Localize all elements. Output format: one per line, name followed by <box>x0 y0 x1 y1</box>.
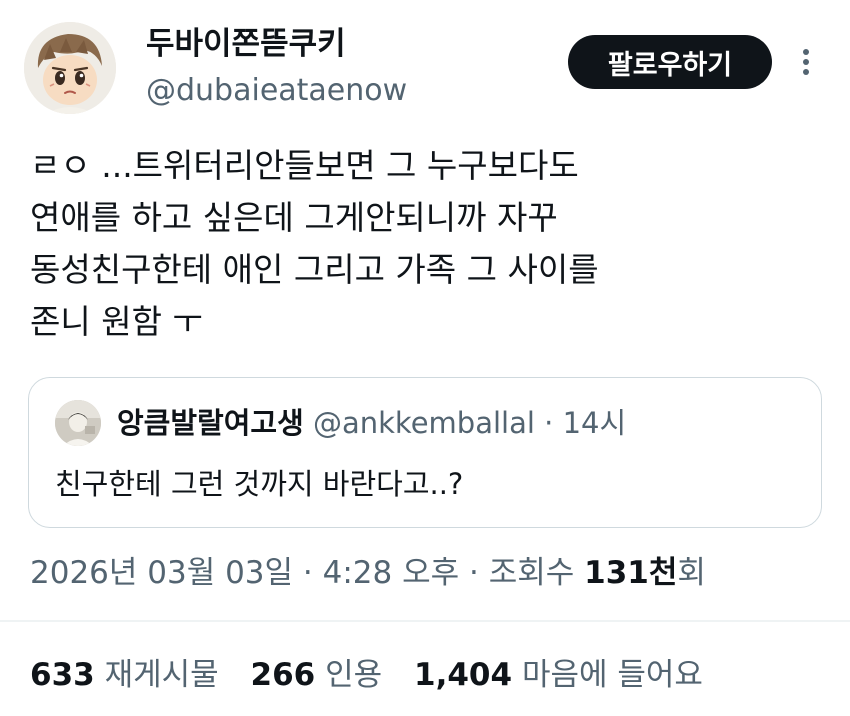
tweet-text: ㄹㅇ ...트위터리안들보면 그 누구보다도 연애를 하고 싶은데 그게안되니까… <box>30 140 820 348</box>
quotes-stat[interactable]: 266 인용 <box>251 657 392 693</box>
views-label: 조회수 <box>488 555 575 591</box>
tweet-text-line: 연애를 하고 싶은데 그게안되니까 자꾸 <box>30 198 558 237</box>
meta-separator: · <box>469 555 479 591</box>
quote-author-avatar[interactable] <box>55 400 101 446</box>
divider <box>0 620 850 622</box>
author-avatar[interactable] <box>24 22 116 114</box>
likes-stat[interactable]: 1,404 마음에 들어요 <box>414 657 703 693</box>
tweet-meta: 2026년 03월 03일 · 4:28 오후 · 조회수 131천회 <box>30 548 706 598</box>
tweet-text-line: 존니 원함 ㅜ <box>30 302 203 341</box>
quote-author-handle[interactable]: @ankkemballal <box>313 406 535 440</box>
likes-count: 1,404 <box>414 657 513 693</box>
reposts-label: 재게시물 <box>104 657 219 693</box>
likes-label: 마음에 들어요 <box>521 657 703 693</box>
reposts-stat[interactable]: 633 재게시물 <box>30 657 229 693</box>
engagement-stats: 633 재게시물 266 인용 1,404 마음에 들어요 <box>30 650 725 700</box>
meta-separator: · <box>302 555 313 591</box>
tweet-text-line: ㄹㅇ ...트위터리안들보면 그 누구보다도 <box>30 146 579 185</box>
quoted-tweet-card[interactable]: 앙큼발랄여고생 @ankkemballal · 14시 친구한테 그런 것까지 … <box>28 377 822 528</box>
quotes-count: 266 <box>250 657 316 693</box>
tweet: 두바이쫀뜯쿠키 @dubaieataenow 팔로우하기 ㄹㅇ ...트위터리안… <box>0 0 850 716</box>
tweet-time[interactable]: 4:28 오후 <box>323 555 460 591</box>
author-handle[interactable]: @dubaieataenow <box>146 71 407 111</box>
quote-author-display-name[interactable]: 앙큼발랄여고생 <box>117 406 304 440</box>
quote-timestamp[interactable]: 14시 <box>563 406 627 440</box>
more-vertical-icon[interactable] <box>796 44 816 80</box>
quotes-label: 인용 <box>325 657 383 693</box>
quote-text: 친구한테 그런 것까지 바란다고..? <box>55 467 464 501</box>
views-suffix: 회 <box>677 555 706 591</box>
tweet-date[interactable]: 2026년 03월 03일 <box>30 555 293 591</box>
cartoon-avatar-icon <box>24 22 116 114</box>
follow-button[interactable]: 팔로우하기 <box>568 35 772 89</box>
quote-header: 앙큼발랄여고생 @ankkemballal · 14시 <box>117 400 626 446</box>
reposts-count: 633 <box>30 657 95 693</box>
author-display-name[interactable]: 두바이쫀뜯쿠키 <box>146 24 346 64</box>
quote-separator: · <box>544 406 554 440</box>
views-count: 131천 <box>584 555 678 591</box>
photo-avatar-icon <box>55 400 101 446</box>
tweet-text-line: 동성친구한테 애인 그리고 가족 그 사이를 <box>30 250 599 289</box>
